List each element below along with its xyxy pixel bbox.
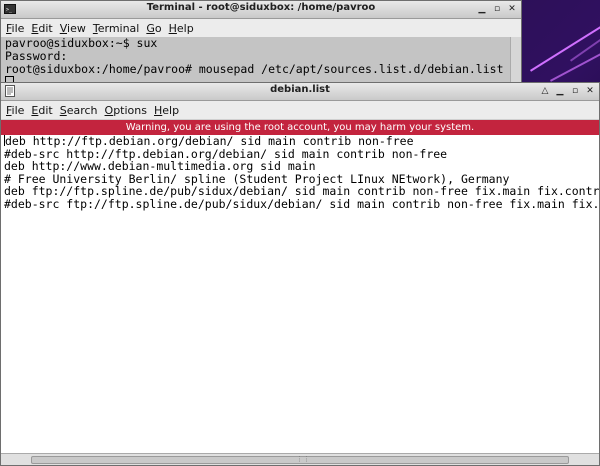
close-icon[interactable]: ✕ — [505, 3, 519, 15]
terminal-title: Terminal - root@siduxbox: /home/pavroo — [146, 2, 376, 13]
menu-options[interactable]: Options — [105, 104, 147, 117]
terminal-titlebar[interactable]: >_ Terminal - root@siduxbox: /home/pavro… — [1, 1, 521, 19]
wallpaper-decoration — [520, 0, 600, 90]
menu-view[interactable]: View — [60, 22, 86, 35]
menu-file[interactable]: File — [6, 22, 24, 35]
menu-edit[interactable]: Edit — [31, 22, 52, 35]
editor-menubar: File Edit Search Options Help — [1, 101, 599, 120]
editor-window: debian.list △ ▁ ▫ ✕ File Edit Search Opt… — [0, 82, 600, 466]
root-warning-banner: Warning, you are using the root account,… — [1, 120, 599, 136]
editor-line: deb http://www.debian-multimedia.org sid… — [4, 159, 316, 174]
menu-help[interactable]: Help — [169, 22, 194, 35]
terminal-window: >_ Terminal - root@siduxbox: /home/pavro… — [0, 0, 522, 89]
editor-titlebar[interactable]: debian.list △ ▁ ▫ ✕ — [1, 83, 599, 101]
terminal-line: root@siduxbox:/home/pavroo# mousepad /et… — [5, 62, 504, 76]
menu-file[interactable]: File — [6, 104, 24, 117]
minimize-icon[interactable]: ▁ — [475, 3, 489, 15]
text-editor-area[interactable]: deb http://ftp.debian.org/debian/ sid ma… — [1, 135, 599, 454]
maximize-icon[interactable]: ▫ — [568, 85, 582, 97]
terminal-scrollbar[interactable] — [510, 37, 521, 85]
horizontal-scrollbar[interactable]: ⋮⋮ — [1, 453, 599, 465]
menu-terminal[interactable]: Terminal — [93, 22, 140, 35]
menu-help[interactable]: Help — [154, 104, 179, 117]
minimize-icon[interactable]: ▁ — [553, 85, 567, 97]
grip-icon: ⋮⋮ — [296, 455, 310, 463]
editor-line: deb http://ftp.debian.org/debian/ sid ma… — [4, 135, 414, 148]
terminal-output[interactable]: pavroo@siduxbox:~$ sux Password: root@si… — [1, 36, 521, 89]
editor-line: #deb-src ftp://ftp.spline.de/pub/sidux/d… — [4, 196, 599, 211]
menu-edit[interactable]: Edit — [31, 104, 52, 117]
editor-title: debian.list — [270, 84, 330, 95]
menu-search[interactable]: Search — [60, 104, 98, 117]
close-icon[interactable]: ✕ — [583, 85, 597, 97]
terminal-line: pavroo@siduxbox:~$ sux — [5, 36, 158, 50]
shade-icon[interactable]: △ — [538, 85, 552, 97]
menu-go[interactable]: Go — [146, 22, 161, 35]
maximize-icon[interactable]: ▫ — [490, 3, 504, 15]
